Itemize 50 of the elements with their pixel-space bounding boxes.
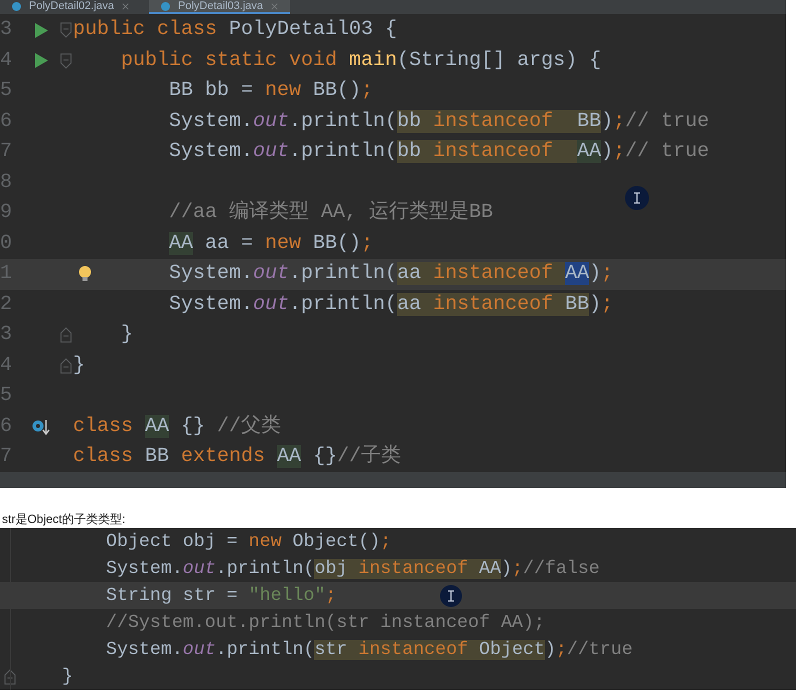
code-line: } — [73, 354, 86, 378]
run-icon[interactable] — [34, 53, 48, 68]
caption-text: str是Object的子类类型: — [1, 511, 126, 528]
code-line: } — [121, 323, 134, 348]
editor-tab[interactable]: PolyDetail02.java — [0, 0, 141, 14]
code-line: AA aa = new BB(); — [169, 232, 374, 256]
code-line: System.out.println(bb instanceof BB);// true — [169, 110, 710, 134]
code-line: } — [62, 666, 73, 686]
line-number: 3 — [0, 18, 14, 42]
fold-icon[interactable] — [60, 327, 72, 344]
cursor-icon — [440, 585, 462, 607]
code-line: //System.out.println(str instanceof AA); — [106, 612, 545, 632]
line-number: 6 — [0, 110, 14, 134]
code-line: Object obj = new Object(); — [106, 532, 392, 552]
fold-icon[interactable] — [4, 668, 16, 684]
code-line: class AA {} //父类 — [73, 414, 282, 439]
lightbulb-icon[interactable] — [78, 265, 92, 284]
code-line: System.out.println(obj instanceof AA);//false — [106, 558, 600, 578]
class-icon — [161, 2, 170, 10]
fold-icon[interactable] — [60, 358, 72, 374]
line-number: 4 — [0, 354, 14, 378]
line-number: 7 — [0, 445, 14, 470]
line-number: 5 — [0, 384, 14, 408]
code-line: class BB extends AA {}//子类 — [73, 445, 402, 470]
line-number: 3 — [0, 323, 14, 348]
line-number: 0 — [0, 232, 14, 256]
close-icon[interactable] — [122, 2, 129, 10]
line-number: 8 — [0, 170, 14, 195]
line-number: 2 — [0, 292, 14, 317]
code-line: public class PolyDetail03 { — [73, 18, 398, 42]
line-number: 9 — [0, 201, 14, 226]
line-number: 6 — [0, 414, 14, 439]
code-line: String str = "hello"; — [106, 586, 336, 606]
code-line: BB bb = new BB(); — [169, 79, 374, 104]
class-icon — [12, 2, 21, 10]
code-line: System.out.println(str instanceof Object);//true — [106, 640, 633, 660]
line-number: 7 — [0, 140, 14, 164]
code-line: public static void main(String[] args) { — [121, 48, 602, 73]
run-icon[interactable] — [34, 22, 48, 38]
code-line: System.out.println(aa instanceof AA); — [169, 262, 614, 286]
editor-tab[interactable]: PolyDetail03.java — [149, 0, 290, 14]
fold-icon[interactable] — [60, 52, 72, 69]
line-number: 4 — [0, 48, 14, 73]
line-number: 5 — [0, 79, 14, 104]
code-line: System.out.println(aa instanceof BB); — [169, 292, 614, 317]
cursor-icon — [625, 186, 649, 210]
fold-icon[interactable] — [60, 22, 72, 38]
code-line: System.out.println(bb instanceof AA);// true — [169, 140, 710, 164]
code-line: //aa 编译类型 AA, 运行类型是BB — [169, 201, 494, 226]
close-icon[interactable] — [271, 2, 278, 10]
